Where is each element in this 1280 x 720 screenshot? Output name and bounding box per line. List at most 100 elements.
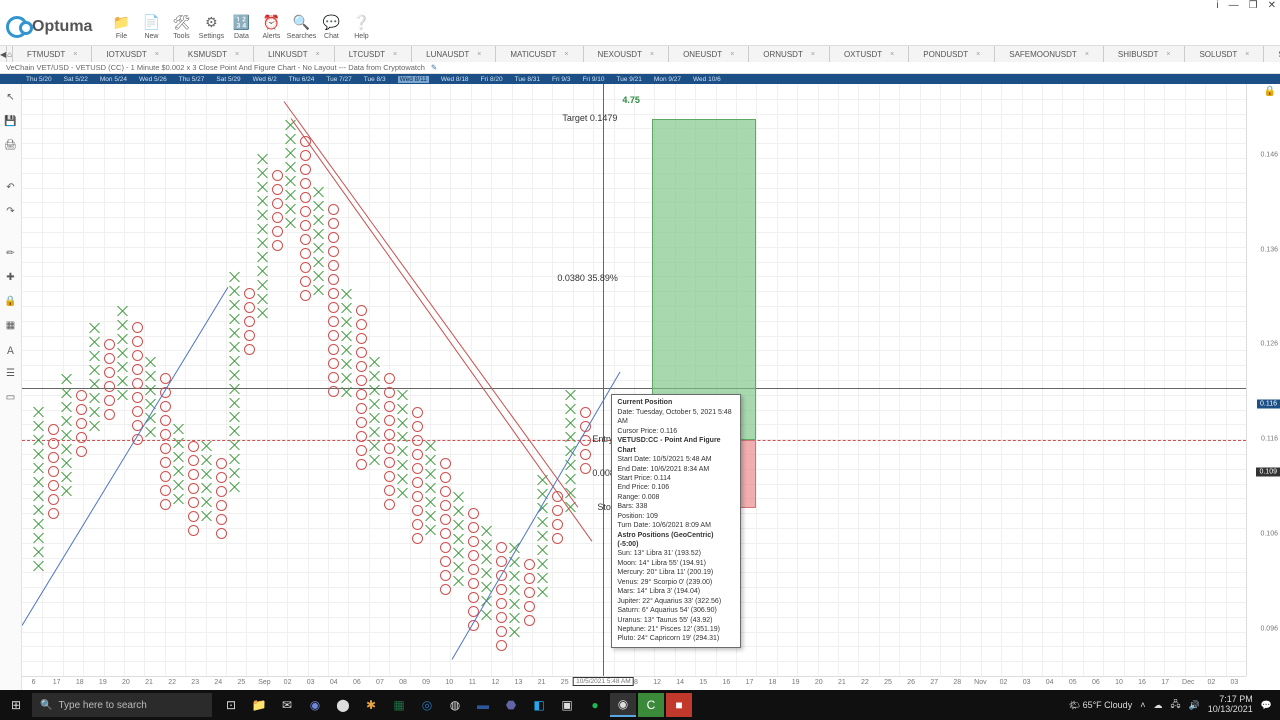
tray-onedrive-icon[interactable]: ☁ [1153,700,1162,711]
notifications-icon[interactable]: 💬 [1261,700,1272,711]
tab-oneusdt[interactable]: ONEUSDT× [669,46,749,62]
toolbar-help-button[interactable]: ❔Help [346,12,376,40]
tab-sunusdt[interactable]: SUNUSDT× [1264,46,1280,62]
tab-ftmusdt[interactable]: FTMUSDT× [13,46,92,62]
tab-close-icon[interactable]: × [890,51,894,58]
tab-oxtusdt[interactable]: OXTUSDT× [830,46,909,62]
draw-line-icon[interactable]: ✏ [4,246,18,260]
grid-tool-icon[interactable]: ▦ [4,318,18,332]
tab-pondusdt[interactable]: PONDUSDT× [909,46,995,62]
start-button[interactable]: ⊞ [0,698,32,712]
toolbar-settings-button[interactable]: ⚙Settings [196,12,226,40]
app-explorer[interactable]: 📁 [246,693,272,717]
tab-close-icon[interactable]: × [393,51,397,58]
nav-back-icon[interactable]: ◀ [0,46,7,62]
tab-close-icon[interactable]: × [811,51,815,58]
left-tool-dock: ↖ 💾 🖨 ↶ ↷ ✏ ✚ 🔒 ▦ Ａ ☰ ▭ [0,84,22,700]
toolbar-chat-button[interactable]: 💬Chat [316,12,346,40]
taskbar-apps: ⊡ 📁 ✉ ◉ ⬤ ✱ ▦ ◎ ◍ ▬ ⬣ ◧ ▣ ● ◉ C ■ [218,693,692,717]
pnf-column [32,405,46,573]
app-word[interactable]: ▬ [470,693,496,717]
tab-maticusdt[interactable]: MATICUSDT× [496,46,583,62]
date-ruler: Thu 5/20Sat 5/22Mon 5/24Wed 5/26Thu 5/27… [0,74,1280,84]
app-edge[interactable]: ◎ [414,693,440,717]
maximize-icon[interactable]: ❐ [1249,0,1258,11]
crosshair-icon[interactable]: ✚ [4,270,18,284]
pnf-column [270,169,284,253]
text-tool-icon[interactable]: Ａ [4,342,18,356]
edit-layout-icon[interactable]: ✎ [431,63,437,72]
save-icon[interactable]: 💾 [4,114,18,128]
pnf-column [494,541,508,653]
tab-close-icon[interactable]: × [316,51,320,58]
tab-solusdt[interactable]: SOLUSDT× [1185,46,1264,62]
panel-icon[interactable]: ▭ [4,390,18,404]
tab-nexousdt[interactable]: NEXOUSDT× [584,46,670,62]
tab-close-icon[interactable]: × [976,51,980,58]
pnf-column [354,304,368,472]
pnf-column [46,422,60,520]
weather-widget[interactable]: 🌤 65°F Cloudy [1069,700,1133,711]
tab-iotxusdt[interactable]: IOTXUSDT× [92,46,174,62]
app-vscode[interactable]: ◧ [526,693,552,717]
tab-shibusdt[interactable]: SHIBUSDT× [1104,46,1186,62]
taskbar-clock[interactable]: 7:17 PM 10/13/2021 [1208,695,1253,715]
toolbar-tools-button[interactable]: 🛠Tools [166,12,196,40]
tab-lunausdt[interactable]: LUNAUSDT× [412,46,496,62]
app-excel[interactable]: ▦ [386,693,412,717]
app-spotify[interactable]: ● [582,693,608,717]
tab-close-icon[interactable]: × [235,51,239,58]
redo-icon[interactable]: ↷ [4,204,18,218]
tab-close-icon[interactable]: × [477,51,481,58]
tab-close-icon[interactable]: × [73,51,77,58]
app-chrome[interactable]: ◍ [442,693,468,717]
pnf-column [438,456,452,596]
toolbar-alerts-button[interactable]: ⏰Alerts [256,12,286,40]
print-icon[interactable]: 🖨 [4,138,18,152]
pnf-column [200,439,214,523]
tab-close-icon[interactable]: × [155,51,159,58]
pnf-column [214,456,228,540]
toolbar-data-button[interactable]: 🔢Data [226,12,256,40]
layers-icon[interactable]: ☰ [4,366,18,380]
tab-safemoonusdt[interactable]: SAFEMOONUSDT× [995,46,1104,62]
app-optuma[interactable]: ◉ [610,693,636,717]
tray-volume-icon[interactable]: 🔊 [1189,700,1200,711]
pnf-chart[interactable]: 🔒 0.1460.1360.1260.1160.1060.0960.1160.1… [22,84,1280,700]
app-mail[interactable]: ✉ [274,693,300,717]
app-other[interactable]: ■ [666,693,692,717]
tab-ksmusdt[interactable]: KSMUSDT× [174,46,254,62]
pnf-column [508,541,522,639]
cursor-tool-icon[interactable]: ↖ [4,90,18,104]
tab-close-icon[interactable]: × [1085,51,1089,58]
tab-close-icon[interactable]: × [1245,51,1249,58]
toolbar-new-button[interactable]: 📄New [136,12,166,40]
pnf-column [116,304,130,402]
tab-close-icon[interactable]: × [730,51,734,58]
info-icon[interactable]: i [1216,0,1218,11]
task-view-icon[interactable]: ⊡ [218,693,244,717]
price-axis[interactable]: 0.1460.1360.1260.1160.1060.0960.1160.109 [1246,84,1280,676]
tray-chevron-icon[interactable]: ˄ [1140,700,1145,710]
tab-close-icon[interactable]: × [650,51,654,58]
toolbar-searches-button[interactable]: 🔍Searches [286,12,316,40]
lock-tool-icon[interactable]: 🔒 [4,294,18,308]
tray-network-icon[interactable]: 🖧 [1170,697,1180,713]
tab-close-icon[interactable]: × [564,51,568,58]
tab-ltcusdt[interactable]: LTCUSDT× [335,46,412,62]
app-terminal[interactable]: ▣ [554,693,580,717]
app-teams[interactable]: ⬣ [498,693,524,717]
close-icon[interactable]: ✕ [1268,0,1276,11]
app-slack[interactable]: ✱ [358,693,384,717]
toolbar-file-button[interactable]: 📁File [106,12,136,40]
taskbar-search[interactable]: 🔍 Type here to search [32,693,212,717]
chart-description: VeChain VET/USD - VETUSD (CC) - 1 Minute… [6,63,425,72]
app-discord[interactable]: ◉ [302,693,328,717]
app-camtasia[interactable]: C [638,693,664,717]
undo-icon[interactable]: ↶ [4,180,18,194]
tab-linkusdt[interactable]: LINKUSDT× [254,46,335,62]
app-obs[interactable]: ⬤ [330,693,356,717]
minimize-icon[interactable]: — [1229,0,1239,11]
tab-ornusdt[interactable]: ORNUSDT× [749,46,830,62]
tab-close-icon[interactable]: × [1166,51,1170,58]
